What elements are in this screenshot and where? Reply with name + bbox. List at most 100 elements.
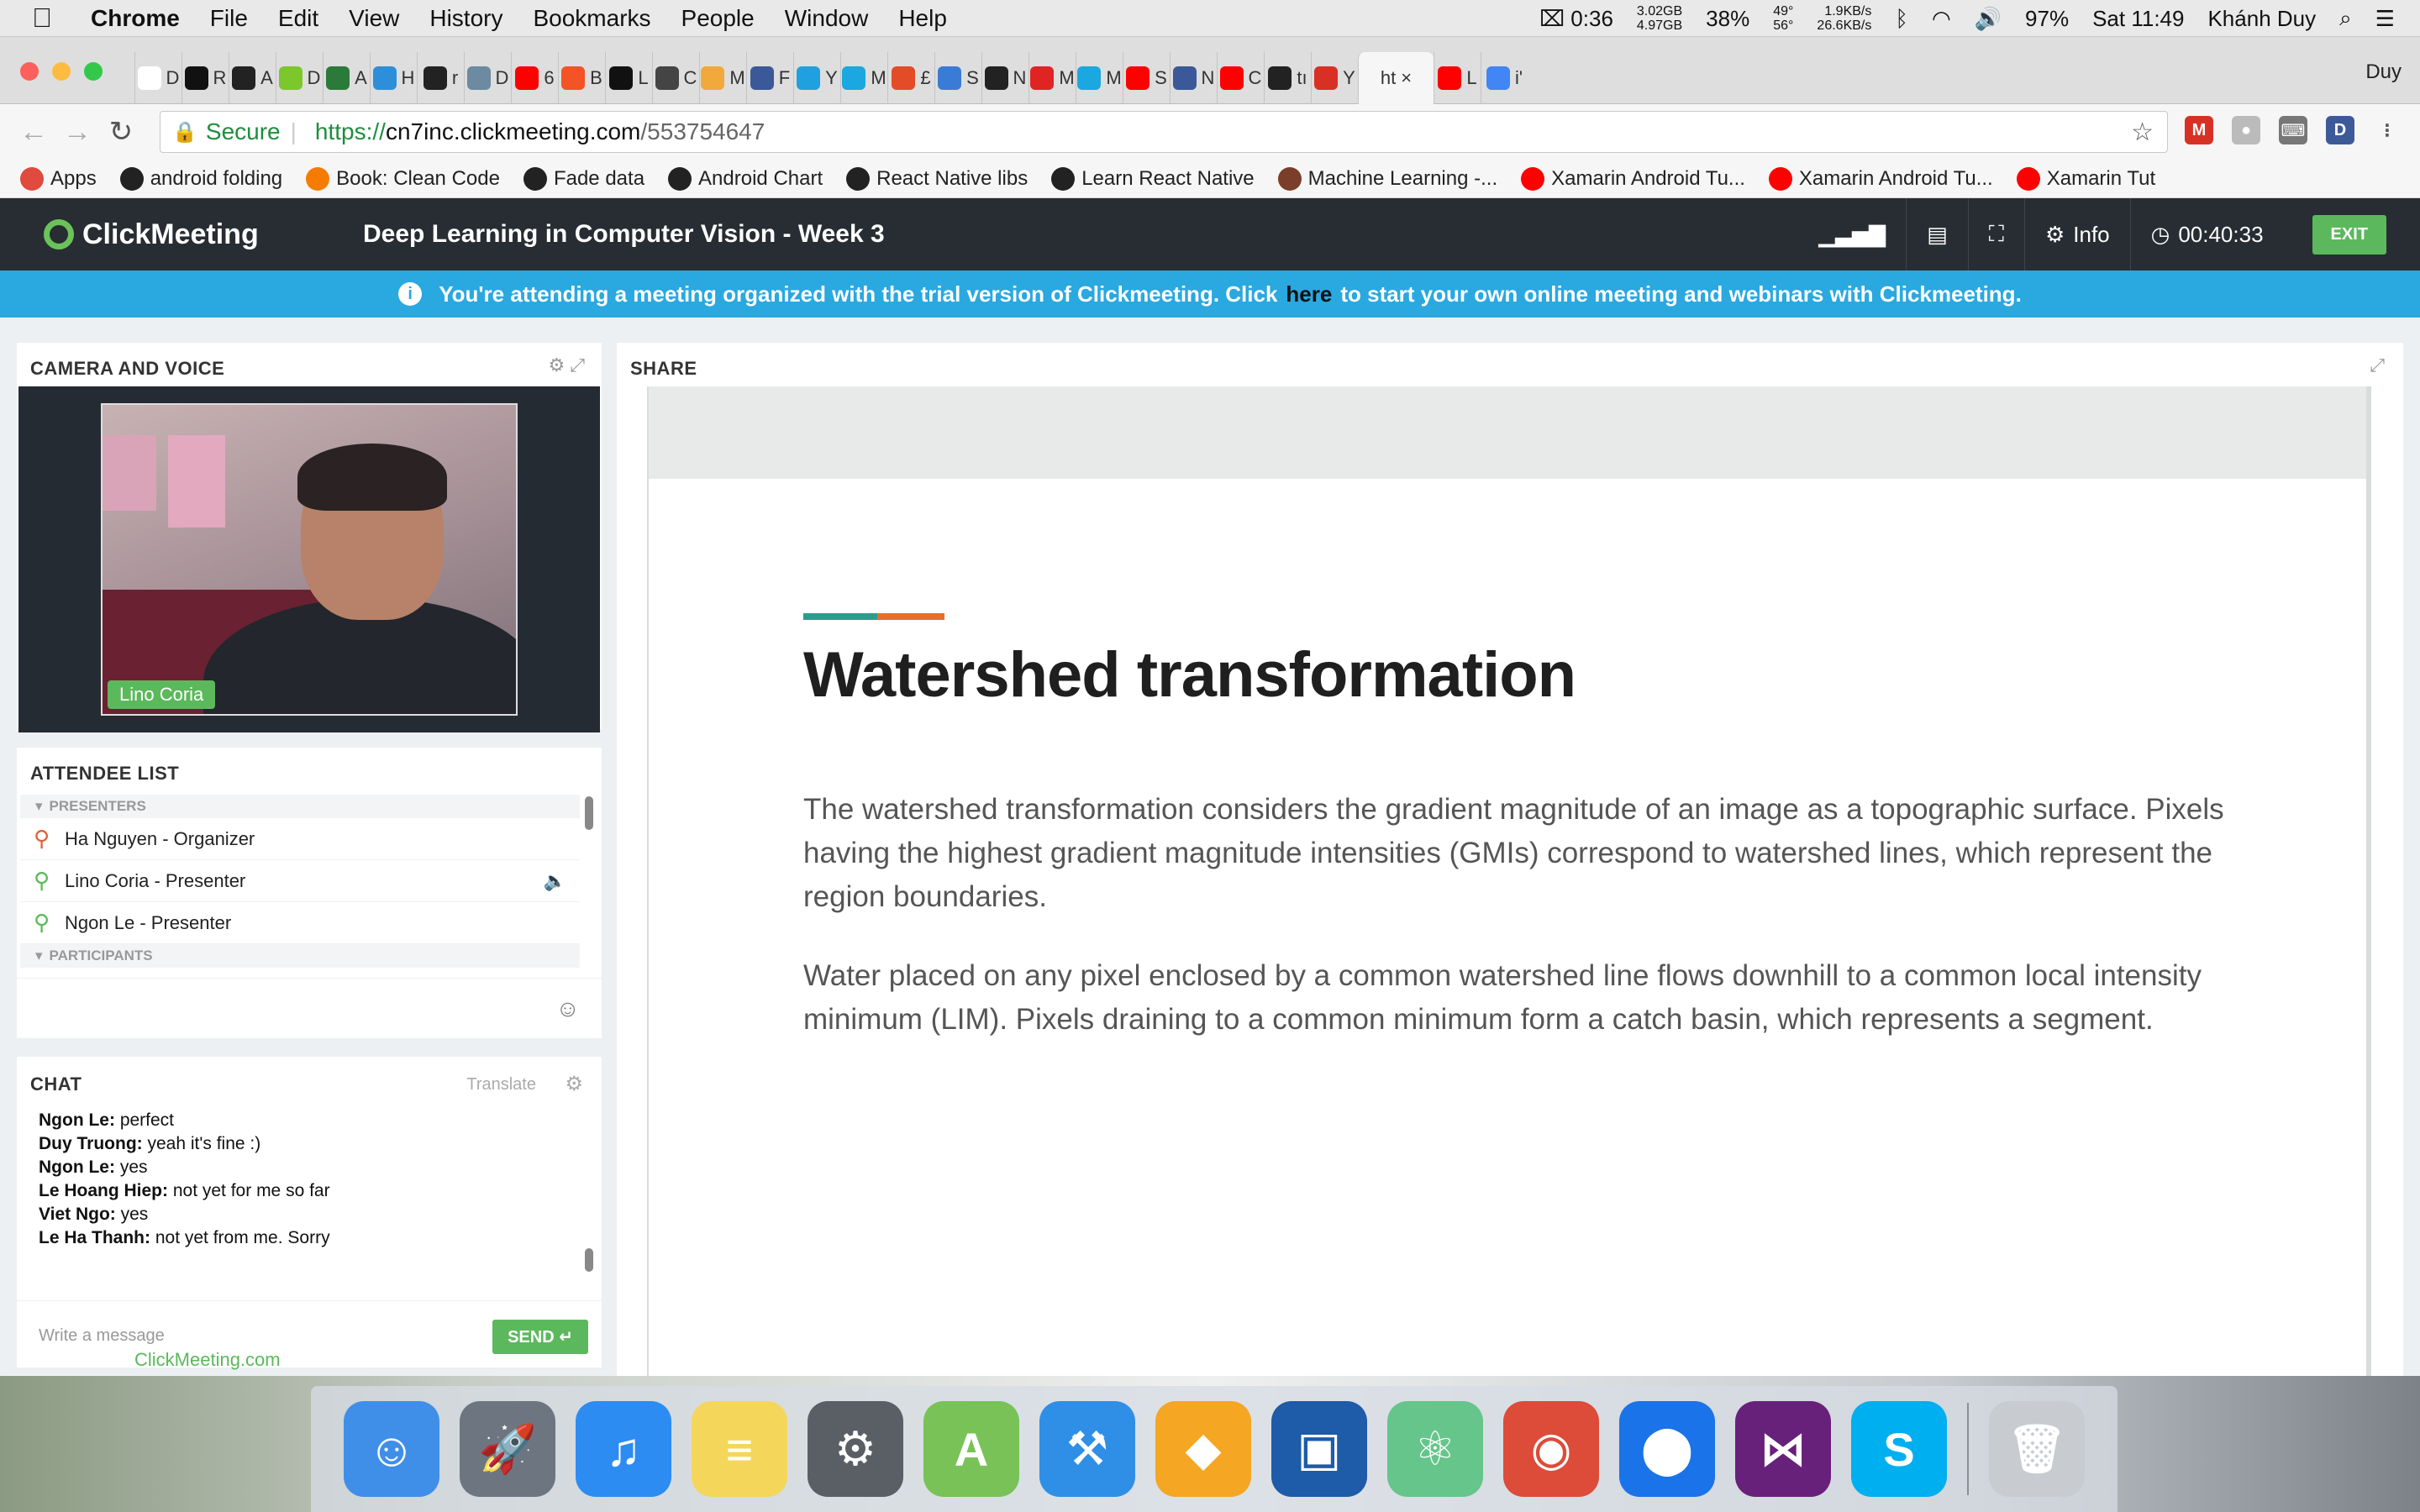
tab[interactable]: M <box>1028 52 1076 104</box>
chat-message-input[interactable]: Write a message <box>39 1326 165 1346</box>
bookmark-item[interactable]: Xamarin Android Tu... <box>1768 166 1993 191</box>
memory-stats[interactable]: 3.02GB 4.97GB <box>1637 4 1682 33</box>
bookmark-item[interactable]: Book: Clean Code <box>306 166 500 191</box>
notification-center-icon[interactable]: ☰ <box>2375 6 2395 32</box>
bookmark-item[interactable]: Apps <box>20 166 97 191</box>
keyboard-extension-icon[interactable]: ⌨ <box>2279 116 2307 144</box>
tab[interactable]: M <box>1076 52 1123 104</box>
tab[interactable]: N <box>981 52 1028 104</box>
cpu-usage[interactable]: 38% <box>1706 6 1749 32</box>
volume-icon[interactable]: 🔊 <box>1975 6 2002 32</box>
tab[interactable]: 6 <box>511 52 558 104</box>
tab[interactable]: D <box>464 52 511 104</box>
xcode-icon[interactable]: ⚒ <box>1039 1401 1135 1497</box>
tab[interactable]: tı <box>1264 52 1311 104</box>
menu-window[interactable]: Window <box>785 5 869 32</box>
grey-extension-icon[interactable]: ● <box>2232 116 2260 144</box>
tab[interactable]: £ <box>887 52 934 104</box>
atom-icon[interactable]: ⚛ <box>1387 1401 1483 1497</box>
clock[interactable]: Sat 11:49 <box>2092 6 2184 32</box>
info-button[interactable]: ⚙ Info <box>2023 198 2130 270</box>
menu-file[interactable]: File <box>210 5 248 32</box>
translate-button[interactable]: Translate <box>466 1075 536 1095</box>
visual-studio-icon[interactable]: ⋈ <box>1735 1401 1831 1497</box>
connection-signal-icon[interactable]: ▁▃▅▇ <box>1798 198 1906 270</box>
bookmark-item[interactable]: Machine Learning -... <box>1277 166 1497 191</box>
presenter-video[interactable]: Lino Coria <box>101 403 518 716</box>
sketch-icon[interactable]: ◆ <box>1155 1401 1251 1497</box>
apple-menu-icon[interactable]:  <box>32 3 74 34</box>
presenters-group[interactable]: ▾ PRESENTERS <box>20 795 580 818</box>
android-studio-icon[interactable]: A <box>923 1401 1019 1497</box>
itunes-icon[interactable]: ♫ <box>576 1401 671 1497</box>
tab[interactable]: r <box>417 52 464 104</box>
bookmark-star-icon[interactable]: ☆ <box>2131 118 2154 147</box>
tab[interactable]: S <box>934 52 981 104</box>
tab[interactable]: Y <box>1311 52 1358 104</box>
bookmark-item[interactable]: Xamarin Tut <box>2016 166 2155 191</box>
tab-active[interactable]: ht × <box>1358 52 1434 104</box>
network-speed[interactable]: 1.9KB/s 26.6KB/s <box>1817 4 1871 33</box>
banner-here-link[interactable]: here <box>1286 281 1332 307</box>
menu-edit[interactable]: Edit <box>278 5 318 32</box>
temperature[interactable]: 49° 56° <box>1773 4 1793 33</box>
trash-icon[interactable]: 🗑 <box>1989 1401 2085 1497</box>
menu-chrome[interactable]: Chrome <box>91 5 180 32</box>
skype-icon[interactable]: S <box>1851 1401 1947 1497</box>
tab[interactable]: M <box>840 52 887 104</box>
camera-expand-icon[interactable]: ⤢ <box>570 354 585 375</box>
tab[interactable]: B <box>558 52 605 104</box>
address-bar[interactable]: 🔒 Secure | https:// cn7inc.clickmeeting.… <box>160 111 2168 153</box>
menu-history[interactable]: History <box>429 5 502 32</box>
chat-scrollbar[interactable] <box>585 1248 593 1272</box>
tab[interactable]: C <box>652 52 699 104</box>
minimize-window-icon[interactable] <box>52 62 71 81</box>
tab[interactable]: S <box>1123 52 1170 104</box>
chat-settings-icon[interactable]: ⚙ <box>565 1072 583 1096</box>
battery-timer[interactable]: ⌧ 0:36 <box>1539 6 1613 32</box>
tab[interactable]: Y <box>793 52 840 104</box>
bookmark-item[interactable]: Xamarin Android Tu... <box>1521 166 1745 191</box>
bookmark-item[interactable]: Fade data <box>523 166 644 191</box>
clickmeeting-logo[interactable]: ClickMeeting <box>44 218 363 251</box>
tab[interactable]: C <box>1217 52 1264 104</box>
profile-name[interactable]: Duy <box>2365 60 2402 84</box>
battery-percent[interactable]: 97% <box>2025 6 2069 32</box>
launchpad-icon[interactable]: 🚀 <box>460 1401 555 1497</box>
pin-icon[interactable]: ⬤ <box>1619 1401 1715 1497</box>
bookmark-item[interactable]: React Native libs <box>846 166 1028 191</box>
d-extension-icon[interactable]: D <box>2326 116 2354 144</box>
bookmark-item[interactable]: Learn React Native <box>1051 166 1255 191</box>
menu-view[interactable]: View <box>349 5 399 32</box>
close-window-icon[interactable] <box>20 62 39 81</box>
share-expand-icon[interactable]: ⤢ <box>2370 354 2385 376</box>
tab[interactable]: M <box>699 52 746 104</box>
attendee-row[interactable]: ⚲ Ngon Le - Presenter <box>20 902 580 944</box>
finder-icon[interactable]: ☺ <box>344 1401 439 1497</box>
clickmeeting-footer-link[interactable]: ClickMeeting.com <box>0 1344 1008 1376</box>
tab[interactable]: L <box>1434 52 1481 104</box>
fullscreen-icon[interactable]: ⛶ <box>1967 198 2024 270</box>
back-arrow-icon[interactable]: ← <box>12 116 55 149</box>
tab[interactable]: F <box>746 52 793 104</box>
language-flag-icon[interactable]: ▤ <box>1906 198 1968 270</box>
tab[interactable]: L <box>605 52 652 104</box>
emoji-icon[interactable]: ☺ <box>555 995 580 1022</box>
tab[interactable]: N <box>1170 52 1217 104</box>
attendee-row[interactable]: ⚲ Ha Nguyen - Organizer <box>20 818 580 860</box>
tab[interactable]: D <box>276 52 323 104</box>
forward-arrow-icon[interactable]: → <box>55 116 99 149</box>
tab[interactable]: H <box>370 52 417 104</box>
participants-group[interactable]: ▾ PARTICIPANTS <box>20 944 580 968</box>
gmail-extension-icon[interactable]: M <box>2185 116 2213 144</box>
tab[interactable]: A <box>229 52 276 104</box>
menu-bookmarks[interactable]: Bookmarks <box>533 5 650 32</box>
tab-close-icon[interactable]: × <box>1401 67 1412 89</box>
attendee-scrollbar[interactable] <box>585 796 593 830</box>
zoom-window-icon[interactable] <box>84 62 103 81</box>
reload-icon[interactable]: ↻ <box>99 115 143 149</box>
tab[interactable]: R <box>182 52 229 104</box>
user-name[interactable]: Khánh Duy <box>2207 6 2316 32</box>
chrome-menu-icon[interactable]: ⋮ <box>2373 116 2402 144</box>
bookmark-item[interactable]: android folding <box>119 166 282 191</box>
